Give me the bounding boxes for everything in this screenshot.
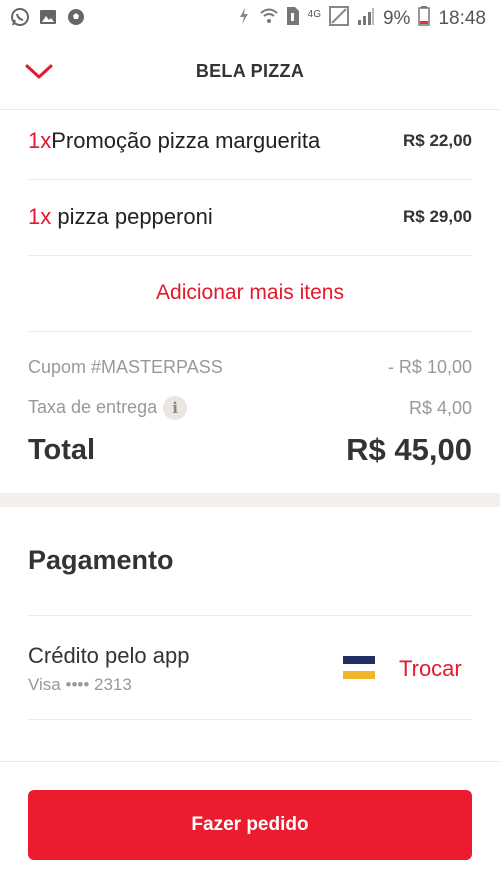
clock: 18:48	[438, 8, 486, 29]
divider	[28, 255, 472, 256]
delivery-fee-value: R$ 4,00	[408, 397, 472, 418]
payment-method-name: Crédito pelo app	[28, 643, 190, 668]
cart-item-price: R$ 29,00	[403, 207, 472, 226]
data-transfer-icon	[236, 6, 252, 32]
cart-item-qty: 1x	[28, 204, 52, 229]
payment-method-detail: Visa •••• 2313	[28, 675, 132, 694]
network-type: 4G	[307, 8, 321, 20]
status-system-icons: 4G 9% 18:48	[236, 6, 486, 32]
divider	[28, 615, 472, 616]
cart-item-name: 1xPromoção pizza marguerita	[28, 128, 320, 154]
battery-percent: 9%	[382, 8, 411, 29]
divider	[28, 719, 472, 720]
delivery-fee-label-group: Taxa de entrega i	[28, 396, 188, 420]
cart-item-price: R$ 22,00	[403, 131, 472, 150]
signal-empty-icon	[328, 6, 349, 32]
coupon-label: Cupom #MASTERPASS	[28, 357, 223, 377]
payment-method: Crédito pelo app Visa •••• 2313	[28, 643, 189, 695]
signal-bars-icon	[357, 7, 375, 31]
cart-item-title: pizza pepperoni	[57, 204, 213, 229]
wifi-icon	[259, 7, 278, 31]
change-payment-button[interactable]: Trocar	[399, 656, 462, 682]
header: BELA PIZZA	[0, 36, 500, 110]
cart-item-title: Promoção pizza marguerita	[51, 128, 321, 153]
status-notification-icons	[10, 7, 86, 27]
place-order-button[interactable]: Fazer pedido	[28, 790, 472, 860]
cart-item[interactable]: 1xPromoção pizza marguerita R$ 22,00	[28, 128, 472, 154]
soccer-ball-icon	[66, 7, 86, 27]
total-value: R$ 45,00	[346, 432, 472, 467]
total-row: Total R$ 45,00	[28, 432, 472, 468]
battery-icon	[418, 6, 431, 32]
sim-icon	[286, 6, 300, 32]
delivery-fee-label: Taxa de entrega	[28, 396, 158, 417]
coupon-value: - R$ 10,00	[387, 357, 472, 377]
delivery-fee-row: Taxa de entrega i R$ 4,00	[28, 396, 472, 420]
divider	[0, 761, 500, 762]
status-bar: 4G 9% 18:48	[0, 0, 500, 36]
cart-item-qty: 1x	[28, 128, 52, 153]
credit-card-icon	[343, 656, 375, 682]
coupon-row: Cupom #MASTERPASS - R$ 10,00	[28, 357, 472, 378]
section-divider	[0, 493, 500, 507]
image-icon	[38, 7, 58, 27]
payment-title: Pagamento	[28, 545, 174, 575]
add-more-items-link[interactable]: Adicionar mais itens	[0, 281, 500, 305]
divider	[28, 331, 472, 332]
cart-item[interactable]: 1x pizza pepperoni R$ 29,00	[28, 204, 472, 230]
whatsapp-icon	[10, 7, 30, 27]
total-label: Total	[28, 433, 96, 466]
cart-item-name: 1x pizza pepperoni	[28, 204, 213, 230]
info-icon[interactable]: i	[163, 396, 188, 420]
page-title: BELA PIZZA	[195, 61, 305, 81]
divider	[28, 179, 472, 180]
